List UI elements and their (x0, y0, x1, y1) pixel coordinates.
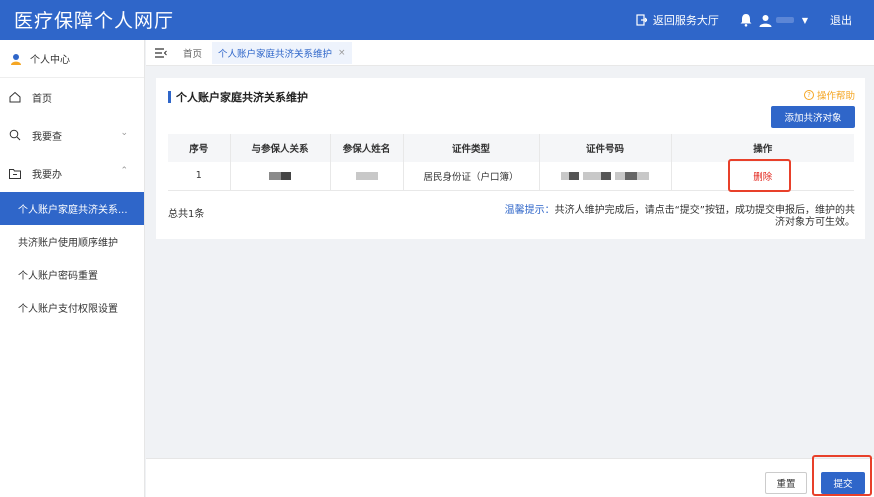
folder-icon (8, 168, 22, 179)
tab-label: 个人账户家庭共济关系维护 (218, 48, 333, 60)
bottom-action-bar: 重置 提交 (146, 458, 874, 497)
page-title-text: 个人账户家庭共济关系维护 (176, 91, 308, 104)
col-header-index: 序号 (168, 134, 231, 162)
sidebar-subitem-family-mutual-aid[interactable]: 个人账户家庭共济关系... (0, 192, 144, 225)
reset-button[interactable]: 重置 (765, 472, 807, 494)
tab-family-mutual-aid[interactable]: 个人账户家庭共济关系维护 × (212, 41, 352, 64)
cell-action: 删除 (671, 162, 854, 191)
col-header-id-number: 证件号码 (539, 134, 672, 162)
main-card: 个人账户家庭共济关系维护 ? 操作帮助 添加共济对象 序号 与参保人关系 参保人… (156, 78, 865, 239)
cell-id-type: 居民身份证（户口簿） (403, 162, 540, 191)
menu-collapse-icon[interactable] (155, 47, 167, 58)
cell-id-number-masked (539, 162, 672, 191)
sidebar-item-query[interactable]: 我要查 ⌄ (0, 116, 144, 154)
user-icon (759, 14, 772, 27)
avatar-icon (11, 53, 21, 65)
close-icon[interactable]: × (338, 48, 346, 58)
top-header: 医疗保障个人网厅 返回服务大厅 ▼ 退出 (0, 0, 874, 40)
sidebar-item-do[interactable]: 我要办 ⌃ (0, 154, 144, 192)
col-header-action: 操作 (671, 134, 854, 162)
chevron-down-icon: ▼ (801, 15, 808, 25)
help-link[interactable]: ? 操作帮助 (803, 88, 855, 102)
tip-text: 共济人维护完成后，请点击“提交”按钮，成功提交申报后，维护的共济对象方可生效。 (554, 205, 855, 228)
profile-label: 个人中心 (30, 55, 70, 66)
sidebar-subitem-mutual-account-order[interactable]: 共济账户使用顺序维护 (0, 225, 144, 258)
back-to-hall-label: 返回服务大厅 (652, 14, 719, 27)
exit-door-icon (636, 14, 647, 26)
header-actions: 返回服务大厅 ▼ 退出 (636, 0, 874, 40)
col-header-name: 参保人姓名 (330, 134, 404, 162)
sidebar-profile[interactable]: 个人中心 (0, 40, 144, 78)
chevron-down-icon: ⌄ (120, 128, 128, 138)
cell-relation-masked (230, 162, 331, 191)
bell-icon[interactable] (739, 13, 753, 27)
masked-text (561, 171, 569, 180)
search-icon (8, 129, 22, 141)
delete-button[interactable]: 删除 (753, 172, 772, 183)
sidebar-item-label: 首页 (32, 93, 52, 105)
tip-label: 温馨提示： (504, 205, 555, 216)
title-accent-bar (168, 91, 171, 103)
tab-label: 首页 (183, 48, 203, 60)
sidebar-item-label: 我要查 (32, 131, 62, 143)
mutual-aid-table: 序号 与参保人关系 参保人姓名 证件类型 证件号码 操作 1 居民身份证（户口簿… (168, 134, 854, 191)
user-menu[interactable]: ▼ (759, 14, 808, 27)
masked-text (625, 171, 637, 180)
masked-text (569, 171, 579, 180)
col-header-relation: 与参保人关系 (230, 134, 331, 162)
logout-button[interactable]: 退出 (830, 12, 852, 28)
help-label: 操作帮助 (816, 91, 855, 102)
sidebar: 个人中心 首页 我要查 ⌄ 我要办 ⌃ 个人账户家庭共济关系... 共济账户使用… (0, 40, 145, 497)
table-header-row: 序号 与参保人关系 参保人姓名 证件类型 证件号码 操作 (168, 134, 854, 162)
question-icon: ? (803, 90, 814, 100)
tab-home[interactable]: 首页 (183, 46, 202, 60)
chevron-up-icon: ⌃ (120, 166, 128, 176)
masked-text (637, 171, 649, 180)
cell-name-masked (330, 162, 404, 191)
page-title: 个人账户家庭共济关系维护 (168, 89, 308, 105)
col-header-id-type: 证件类型 (403, 134, 540, 162)
sidebar-item-home[interactable]: 首页 (0, 78, 144, 116)
site-title: 医疗保障个人网厅 (14, 10, 175, 32)
masked-text (355, 171, 378, 180)
sidebar-item-label: 我要办 (32, 169, 62, 181)
cell-index: 1 (168, 162, 231, 191)
masked-text (281, 171, 291, 180)
sidebar-subitem-payment-permission[interactable]: 个人账户支付权限设置 (0, 291, 144, 324)
submit-button[interactable]: 提交 (821, 472, 865, 494)
sidebar-subitem-password-reset[interactable]: 个人账户密码重置 (0, 258, 144, 291)
masked-text (601, 171, 611, 180)
back-to-hall-link[interactable]: 返回服务大厅 (636, 12, 719, 28)
add-mutual-aid-button[interactable]: 添加共济对象 (771, 106, 855, 128)
masked-text (583, 171, 601, 180)
home-icon (8, 91, 22, 103)
tip-message: 温馨提示：共济人维护完成后，请点击“提交”按钮，成功提交申报后，维护的共济对象方… (495, 205, 855, 229)
total-count: 总共1条 (168, 209, 205, 220)
tab-bar: 首页 个人账户家庭共济关系维护 × (146, 40, 874, 66)
user-name-masked (775, 17, 794, 23)
table-row: 1 居民身份证（户口簿） 删除 (168, 162, 854, 191)
masked-text (269, 171, 281, 180)
masked-text (615, 171, 625, 180)
